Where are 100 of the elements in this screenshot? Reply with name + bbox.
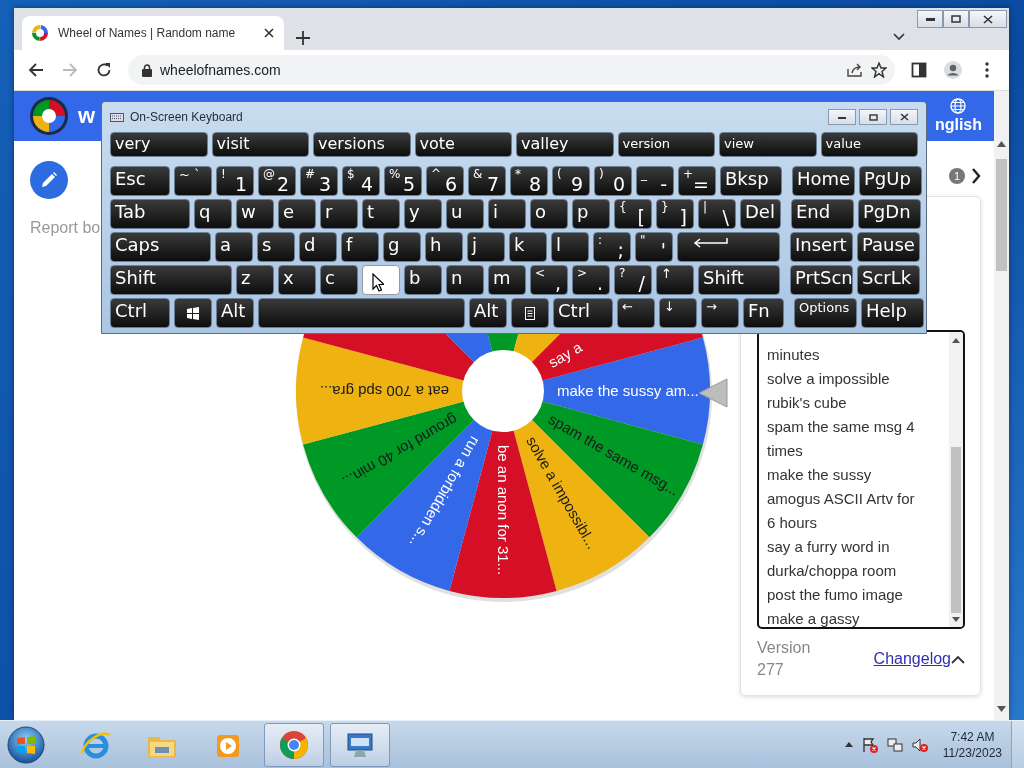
minimize-button[interactable] [828,109,856,125]
keyboard-key[interactable]: Ctrl [553,298,613,328]
keyboard-key[interactable]: Esc [110,166,170,196]
close-button[interactable] [969,10,1007,28]
language-selector[interactable]: nglish [934,116,982,134]
keyboard-key[interactable]: u [446,199,484,229]
keyboard-key[interactable]: & 7 [468,166,506,196]
keyboard-key[interactable]: * 8 [510,166,548,196]
wheel-hub[interactable] [462,350,544,432]
keyboard-key[interactable]: Alt [469,298,507,328]
keyboard-key[interactable]: w [236,199,274,229]
keyboard-key[interactable]: Ctrl [110,298,170,328]
keyboard-key[interactable]: @2 [258,166,296,196]
keyboard-key[interactable]: : ; [593,232,631,262]
keyboard-key[interactable]: PgUp [859,166,922,196]
keyboard-key[interactable]: Tab [110,199,190,229]
keyboard-key[interactable]: ~ ` [174,166,212,196]
keyboard-key[interactable]: PrtScn [790,265,853,295]
suggestion-key[interactable]: visit [211,132,309,157]
keyboard-key[interactable]: e [278,199,316,229]
star-icon[interactable] [871,62,887,78]
edit-button[interactable] [30,161,68,199]
side-panel-icon[interactable] [911,62,927,78]
keyboard-key[interactable]: ↑ [656,265,694,295]
keyboard-key[interactable]: += [678,166,716,196]
keyboard-key[interactable]: o [530,199,568,229]
keyboard-key[interactable]: a [215,232,253,262]
changelog-link[interactable]: Changelog [873,650,951,668]
new-tab-icon[interactable] [296,31,310,45]
network-icon[interactable] [886,736,903,753]
keyboard-key[interactable]: # 3 [300,166,338,196]
speaker-muted-icon[interactable] [911,736,928,753]
keyboard-key[interactable]: { [ [614,199,652,229]
suggestion-key[interactable]: vote [414,132,512,157]
keyboard-key[interactable]: ↓ [659,298,697,328]
keyboard-key[interactable]: → [701,298,739,328]
keyboard-key[interactable]: Pause [857,232,920,262]
keyboard-key[interactable]: j [467,232,505,262]
suggestion-key[interactable]: very [110,132,208,157]
keyboard-key[interactable]: y [404,199,442,229]
start-button[interactable] [6,724,46,765]
keyboard-key[interactable]: Shift [698,265,780,295]
scroll-up-icon[interactable] [952,338,960,344]
keyboard-key[interactable]: Caps [110,232,211,262]
chevron-down-icon[interactable] [893,33,905,41]
keyboard-key[interactable]: Alt [216,298,254,328]
keyboard-key[interactable]: Del [740,199,781,229]
keyboard-key[interactable]: x [278,265,316,295]
keyboard-key[interactable]: ScrLk [857,265,920,295]
scrollbar-thumb[interactable] [996,159,1007,271]
globe-icon[interactable] [950,98,967,114]
keyboard-key[interactable]: t [362,199,400,229]
keyboard-key[interactable]: g [383,232,421,262]
share-icon[interactable] [847,62,863,78]
scroll-up-icon[interactable] [997,141,1006,147]
keyboard-key[interactable]: d [299,232,337,262]
scrollbar-thumb[interactable] [951,447,961,613]
keyboard-key[interactable]: | \ [698,199,736,229]
address-bar[interactable]: wheelofnames.com [128,55,895,85]
keyboard-key[interactable]: PgDn [858,199,921,229]
keyboard-key[interactable]: ? / [614,265,652,295]
keyboard-key[interactable]: z [236,265,274,295]
scroll-down-icon[interactable] [997,706,1006,712]
keyboard-key[interactable]: h [425,232,463,262]
maximize-button[interactable] [943,10,969,28]
keyboard-key[interactable] [362,265,400,295]
keyboard-key[interactable]: q [194,199,232,229]
keyboard-key[interactable]: b [404,265,442,295]
taskbar-button[interactable] [330,722,390,767]
scroll-down-icon[interactable] [952,617,960,623]
keyboard-key[interactable] [174,298,212,328]
browser-tab[interactable]: Wheel of Names | Random name [22,16,284,50]
flag-icon[interactable] [861,736,878,753]
keyboard-key[interactable]: Bksp [720,166,782,196]
chevron-up-icon[interactable] [951,654,965,664]
keyboard-key[interactable]: i [488,199,526,229]
keyboard-key[interactable]: p [572,199,610,229]
back-icon[interactable] [28,62,44,78]
suggestion-key[interactable]: valley [516,132,614,157]
keyboard-key[interactable]: ( 9 [552,166,590,196]
keyboard-key[interactable]: _ - [636,166,674,196]
keyboard-key[interactable]: $ 4 [342,166,380,196]
menu-icon[interactable] [985,62,989,78]
tray-expand-icon[interactable] [844,742,853,747]
keyboard-key[interactable]: l [551,232,589,262]
keyboard-key[interactable]: %5 [384,166,422,196]
suggestion-key[interactable]: version [617,132,715,157]
keyboard-key[interactable]: Fn [743,298,784,328]
keyboard-key[interactable]: > . [572,265,610,295]
keyboard-key[interactable]: < , [530,265,568,295]
keyboard-key[interactable]: c [320,265,358,295]
keyboard-key[interactable]: Options [794,298,857,328]
keyboard-key[interactable] [677,232,780,262]
keyboard-key[interactable]: f [341,232,379,262]
keyboard-key[interactable]: r [320,199,358,229]
minimize-button[interactable] [917,10,943,28]
suggestion-key[interactable]: versions [313,132,411,157]
keyboard-key[interactable] [511,298,549,328]
suggestion-key[interactable]: view [719,132,817,157]
keyboard-key[interactable]: ← [617,298,655,328]
